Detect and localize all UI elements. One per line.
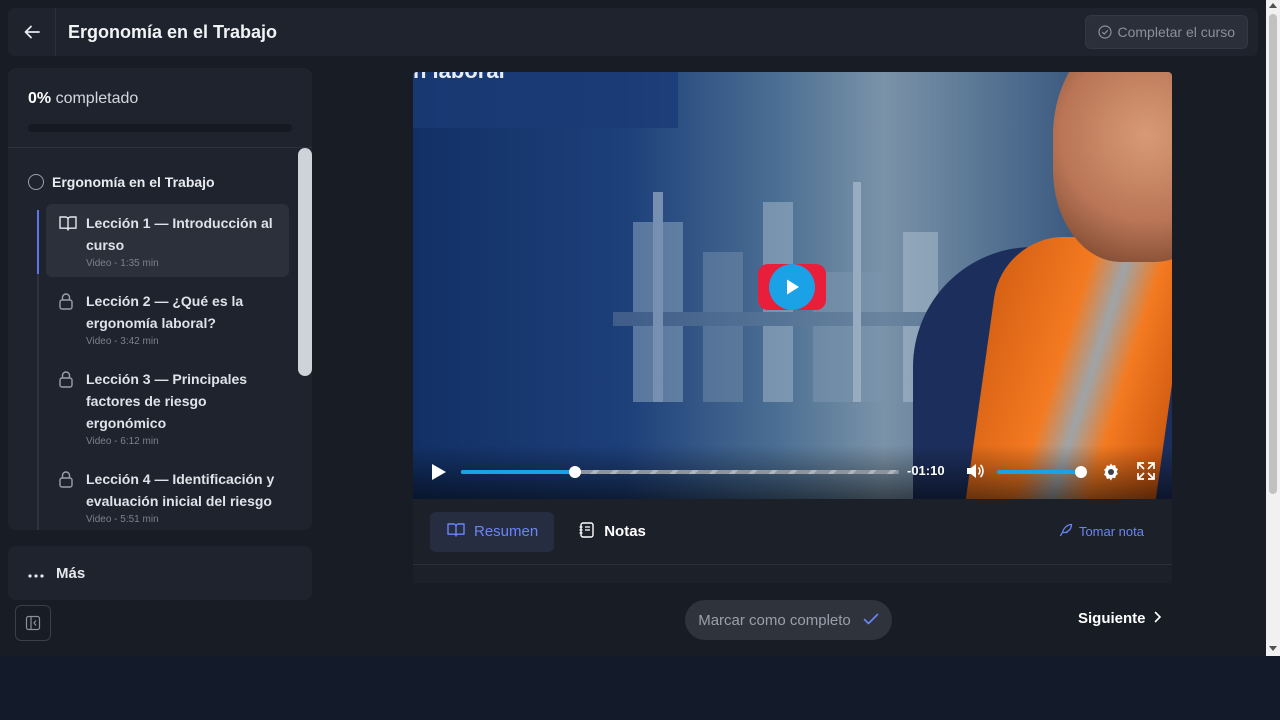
progress-value: 0% bbox=[28, 90, 52, 107]
check-circle-icon bbox=[1097, 25, 1112, 39]
course-title: Ergonomía en el Trabajo bbox=[68, 21, 278, 42]
play-icon bbox=[769, 264, 815, 310]
arrow-left-icon bbox=[24, 25, 40, 39]
tab-resumen-label: Resumen bbox=[474, 523, 539, 540]
lesson-item-3[interactable]: Lección 3 — Principales factores de ries… bbox=[46, 360, 289, 455]
lesson-meta: Video - 3:42 min bbox=[86, 336, 159, 347]
lesson-item-4[interactable]: Lección 4 — Identificación y evaluación … bbox=[46, 460, 289, 530]
next-label: Siguiente bbox=[1078, 610, 1146, 627]
lesson-active-indicator bbox=[37, 210, 39, 274]
lesson-meta: Video - 6:12 min bbox=[86, 436, 159, 447]
progress-section: 0% completado bbox=[8, 68, 312, 148]
lesson-tabs-panel: Resumen Notas Tomar nota bbox=[413, 499, 1172, 583]
lock-icon bbox=[58, 370, 74, 393]
tab-notas[interactable]: Notas bbox=[562, 512, 662, 552]
module-header[interactable]: Ergonomía en el Trabajo bbox=[28, 174, 215, 190]
lock-icon bbox=[58, 470, 74, 493]
module-title: Ergonomía en el Trabajo bbox=[52, 174, 215, 190]
collapse-sidebar-button[interactable] bbox=[15, 605, 51, 641]
ellipsis-icon bbox=[28, 565, 44, 582]
page-scrollbar-thumb[interactable] bbox=[1269, 14, 1277, 494]
player-controls: -01:10 bbox=[413, 445, 1172, 499]
progress-text: 0% completado bbox=[28, 90, 292, 108]
mark-complete-label: Marcar como completo bbox=[698, 611, 851, 629]
fullscreen-icon[interactable] bbox=[1136, 461, 1156, 486]
take-note-button[interactable]: Tomar nota bbox=[1059, 523, 1144, 540]
scroll-down-arrow-icon[interactable] bbox=[1269, 646, 1277, 651]
gear-icon[interactable] bbox=[1101, 462, 1121, 487]
time-remaining: -01:10 bbox=[907, 463, 945, 478]
lesson-meta: Video - 5:51 min bbox=[86, 514, 159, 525]
volume-handle[interactable] bbox=[1075, 466, 1087, 478]
lesson-item-2[interactable]: Lección 2 — ¿Qué es la ergonomía laboral… bbox=[46, 282, 289, 355]
lock-icon bbox=[58, 292, 74, 315]
circle-icon bbox=[28, 174, 44, 190]
back-button[interactable] bbox=[8, 8, 56, 56]
sidebar-collapse-icon bbox=[25, 615, 41, 631]
sidebar-scrollbar[interactable] bbox=[298, 148, 312, 376]
progress-suffix: completado bbox=[51, 90, 139, 107]
play-icon[interactable] bbox=[429, 463, 447, 486]
volume-level bbox=[997, 470, 1081, 474]
course-sidebar: 0% completado Ergonomía en el Trabajo Le… bbox=[8, 68, 312, 530]
mark-complete-button[interactable]: Marcar como completo bbox=[685, 600, 892, 640]
video-player[interactable]: n laboral -01:10 bbox=[413, 72, 1172, 499]
volume-icon[interactable] bbox=[965, 462, 985, 485]
lesson-title: Lección 2 — ¿Qué es la ergonomía laboral… bbox=[86, 293, 244, 331]
lesson-meta: Video - 1:35 min bbox=[86, 258, 159, 269]
video-caption: n laboral bbox=[413, 72, 505, 84]
check-icon bbox=[863, 612, 879, 629]
lesson-title: Lección 4 — Identificación y evaluación … bbox=[86, 471, 275, 509]
progress-bar bbox=[28, 124, 292, 132]
more-label: Más bbox=[56, 564, 86, 582]
app-window: Ergonomía en el Trabajo Completar el cur… bbox=[0, 0, 1266, 656]
lesson-title: Lección 3 — Principales factores de ries… bbox=[86, 371, 248, 431]
worker-face-image bbox=[1053, 72, 1172, 262]
big-play-button[interactable] bbox=[758, 264, 826, 310]
next-button[interactable]: Siguiente bbox=[1078, 610, 1162, 627]
feather-pen-icon bbox=[1059, 523, 1073, 540]
more-button[interactable]: Más bbox=[8, 546, 312, 600]
notebook-icon bbox=[578, 521, 596, 543]
volume-slider[interactable] bbox=[997, 466, 1087, 478]
seek-bar[interactable] bbox=[461, 466, 899, 478]
seek-handle[interactable] bbox=[568, 466, 581, 478]
take-note-label: Tomar nota bbox=[1078, 524, 1144, 539]
tab-notas-label: Notas bbox=[604, 523, 646, 540]
complete-course-label: Completar el curso bbox=[1117, 24, 1236, 40]
book-open-icon bbox=[58, 214, 78, 237]
seek-bar-played bbox=[461, 470, 575, 474]
tabs-row: Resumen Notas Tomar nota bbox=[413, 499, 1172, 565]
lesson-item-1[interactable]: Lección 1 — Introducción al curso Video … bbox=[46, 204, 289, 277]
tab-resumen[interactable]: Resumen bbox=[430, 511, 555, 552]
lesson-title: Lección 1 — Introducción al curso bbox=[86, 215, 273, 253]
page-scrollbar[interactable] bbox=[1266, 0, 1280, 656]
scroll-up-arrow-icon[interactable] bbox=[1269, 3, 1277, 8]
complete-course-button[interactable]: Completar el curso bbox=[1084, 15, 1248, 49]
course-header: Ergonomía en el Trabajo Completar el cur… bbox=[8, 8, 1258, 56]
book-open-icon bbox=[446, 522, 466, 542]
chevron-right-icon bbox=[1154, 610, 1162, 627]
